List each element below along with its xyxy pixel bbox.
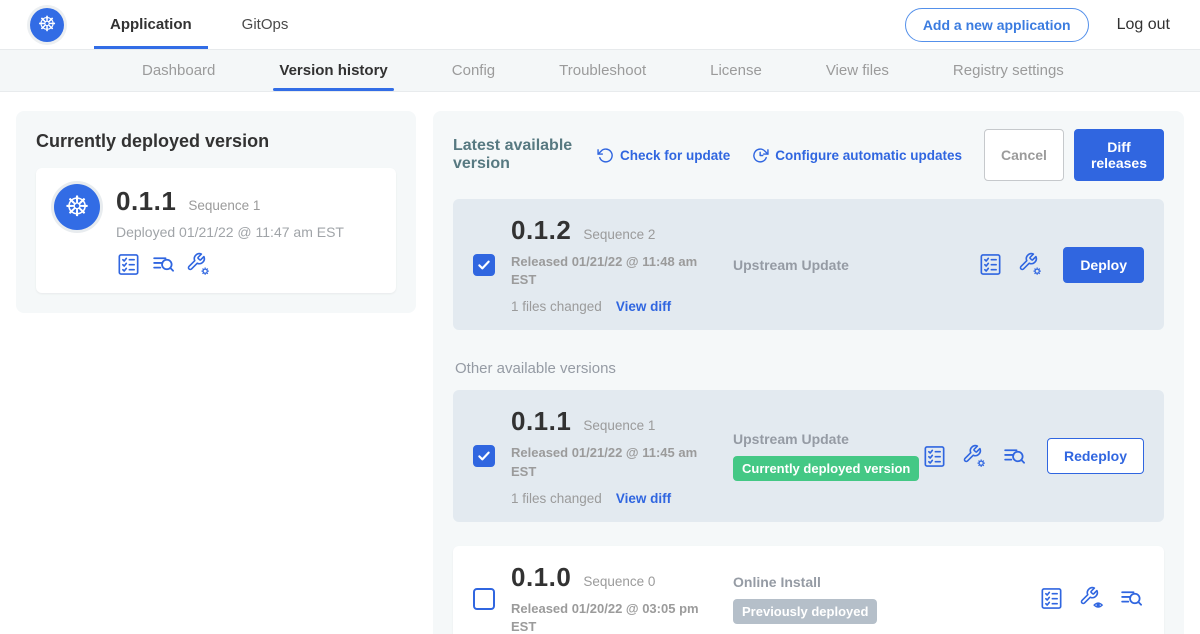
- version-row-0-1-1: 0.1.1 Sequence 1 Released 01/21/22 @ 11:…: [453, 390, 1164, 521]
- available-panel-title: Latest available version: [453, 137, 581, 173]
- deployed-version-sequence: Sequence 1: [188, 198, 260, 213]
- deployed-timestamp: Deployed 01/21/22 @ 11:47 am EST: [116, 224, 344, 240]
- view-logs-icon[interactable]: [1119, 586, 1144, 611]
- version-number: 0.1.0: [511, 562, 571, 593]
- view-diff-link[interactable]: View diff: [616, 299, 671, 314]
- view-diff-link[interactable]: View diff: [616, 491, 671, 506]
- version-checkbox[interactable]: [473, 588, 495, 610]
- deployed-version-card: ☸ 0.1.1 Sequence 1 Deployed 01/21/22 @ 1…: [36, 168, 396, 293]
- configure-updates-link[interactable]: Configure automatic updates: [752, 147, 962, 164]
- app-icon: ☸: [54, 184, 100, 230]
- version-row-0-1-2: 0.1.2 Sequence 2 Released 01/21/22 @ 11:…: [453, 199, 1164, 330]
- add-application-button[interactable]: Add a new application: [905, 8, 1089, 42]
- released-timestamp: Released 01/20/22 @ 03:05 pm EST: [511, 600, 723, 634]
- view-logs-icon[interactable]: [151, 252, 176, 277]
- view-config-icon[interactable]: [1079, 586, 1104, 611]
- files-changed-label: 1 files changed: [511, 491, 602, 506]
- checkmark-icon: [476, 448, 492, 464]
- view-logs-icon[interactable]: [1002, 444, 1027, 469]
- version-source-label: Upstream Update: [733, 431, 922, 447]
- subnav-tab-config[interactable]: Config: [446, 50, 501, 91]
- version-source-label: Upstream Update: [733, 257, 978, 273]
- edit-config-icon[interactable]: [1018, 252, 1043, 277]
- app-brand: ☸: [30, 0, 64, 49]
- subnav-tab-troubleshoot[interactable]: Troubleshoot: [553, 50, 652, 91]
- preflight-checklist-icon[interactable]: [1039, 586, 1064, 611]
- kubernetes-logo-icon: ☸: [30, 8, 64, 42]
- subnav-tab-dashboard[interactable]: Dashboard: [136, 50, 221, 91]
- previously-deployed-badge: Previously deployed: [733, 599, 877, 624]
- topnav-tabs: Application GitOps: [94, 0, 322, 49]
- version-checkbox[interactable]: [473, 445, 495, 467]
- subnav-tab-registry-settings[interactable]: Registry settings: [947, 50, 1070, 91]
- diff-releases-button[interactable]: Diff releases: [1074, 129, 1164, 181]
- files-changed-label: 1 files changed: [511, 299, 602, 314]
- released-timestamp: Released 01/21/22 @ 11:45 am EST: [511, 444, 723, 480]
- refresh-icon: [597, 147, 614, 164]
- preflight-checklist-icon[interactable]: [116, 252, 141, 277]
- subnav-tab-version-history[interactable]: Version history: [273, 50, 393, 91]
- preflight-checklist-icon[interactable]: [922, 444, 947, 469]
- version-sequence: Sequence 0: [583, 574, 655, 589]
- preflight-checklist-icon[interactable]: [978, 252, 1003, 277]
- subnav-tab-view-files[interactable]: View files: [820, 50, 895, 91]
- checkmark-icon: [476, 257, 492, 273]
- subnav-tab-license[interactable]: License: [704, 50, 768, 91]
- tab-application[interactable]: Application: [94, 0, 208, 49]
- version-row-0-1-0: 0.1.0 Sequence 0 Released 01/20/22 @ 03:…: [453, 546, 1164, 634]
- redeploy-button[interactable]: Redeploy: [1047, 438, 1144, 474]
- other-versions-heading: Other available versions: [455, 360, 1162, 377]
- currently-deployed-badge: Currently deployed version: [733, 456, 919, 481]
- cancel-button[interactable]: Cancel: [984, 129, 1064, 181]
- deploy-button[interactable]: Deploy: [1063, 247, 1144, 283]
- available-versions-panel: Latest available version Check for updat…: [433, 111, 1184, 634]
- version-sequence: Sequence 1: [583, 418, 655, 433]
- main-content: Currently deployed version ☸ 0.1.1 Seque…: [0, 92, 1200, 634]
- app-subnav: Dashboard Version history Config Trouble…: [0, 50, 1200, 92]
- version-checkbox[interactable]: [473, 254, 495, 276]
- version-number: 0.1.1: [511, 406, 571, 437]
- edit-config-icon[interactable]: [962, 444, 987, 469]
- released-timestamp: Released 01/21/22 @ 11:48 am EST: [511, 253, 723, 289]
- auto-update-clock-icon: [752, 147, 769, 164]
- edit-config-icon[interactable]: [186, 252, 211, 277]
- top-nav: ☸ Application GitOps Add a new applicati…: [0, 0, 1200, 50]
- deployed-version-number: 0.1.1: [116, 186, 176, 217]
- tab-gitops[interactable]: GitOps: [226, 0, 305, 49]
- deployed-panel-title: Currently deployed version: [36, 131, 396, 152]
- logout-link[interactable]: Log out: [1117, 16, 1170, 34]
- currently-deployed-panel: Currently deployed version ☸ 0.1.1 Seque…: [16, 111, 416, 313]
- version-sequence: Sequence 2: [583, 227, 655, 242]
- check-for-update-link[interactable]: Check for update: [597, 147, 730, 164]
- version-number: 0.1.2: [511, 215, 571, 246]
- version-source-label: Online Install: [733, 574, 1039, 590]
